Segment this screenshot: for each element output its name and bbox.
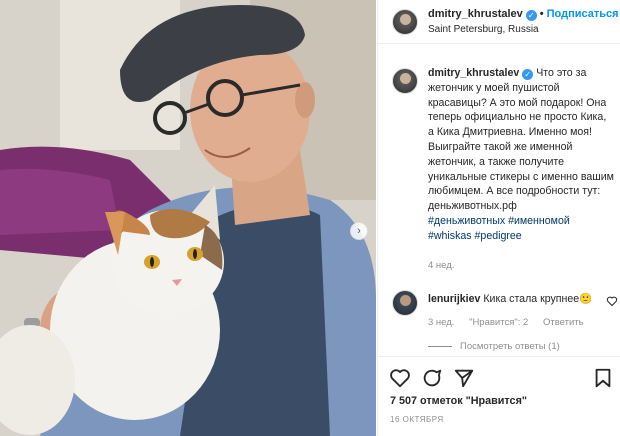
caption-time: 4 нед. (428, 260, 455, 271)
post-sidebar: dmitry_khrustalev ✓ • Подписаться Saint Pet… (377, 0, 620, 436)
post-photo[interactable]: › (0, 0, 376, 436)
heart-icon[interactable] (389, 367, 411, 389)
header-user-line: dmitry_khrustalev ✓ • Подписаться (428, 8, 619, 21)
avatar[interactable] (392, 9, 418, 35)
caption-username[interactable]: dmitry_khrustalev (428, 67, 519, 79)
comment-avatar[interactable] (392, 290, 418, 316)
likes-count[interactable]: 7 507 отметок "Нравится" (390, 395, 527, 407)
divider (428, 345, 452, 347)
chevron-right-icon[interactable]: › (350, 222, 368, 240)
hashtag-link[interactable]: #именномой (508, 215, 570, 227)
verified-icon: ✓ (525, 10, 537, 21)
share-icon[interactable] (453, 367, 475, 389)
photo-illustration (0, 0, 376, 436)
hashtag-link[interactable]: #whiskas (428, 230, 472, 242)
hashtag-link[interactable]: #деньживотных (428, 215, 505, 227)
comment: lenurijkiev Кика стала крупнее🙂 (428, 292, 592, 305)
comment-likes[interactable]: "Нравится": 2 (469, 317, 528, 328)
comment-username[interactable]: lenurijkiev (428, 293, 480, 305)
comment-time: 3 нед. (428, 317, 455, 328)
heart-icon[interactable] (606, 295, 618, 307)
post-date: 16 октября (390, 415, 444, 424)
post-header: dmitry_khrustalev ✓ • Подписаться Saint Pet… (378, 0, 620, 44)
header-username[interactable]: dmitry_khrustalev (428, 8, 523, 20)
view-replies-button[interactable]: Посмотреть ответы (1) (428, 341, 560, 352)
post-caption: dmitry_khrustalev ✓ Что это за жетончик у… (428, 66, 614, 244)
caption-text-2: Выиграйте такой же именной жетончик, а т… (428, 140, 614, 213)
comment-icon[interactable] (421, 367, 443, 389)
reply-button[interactable]: Ответить (543, 317, 584, 328)
separator-dot: • (539, 8, 544, 20)
comment-meta: 3 нед. "Нравится": 2 Ответить (428, 317, 596, 328)
caption-avatar[interactable] (392, 68, 418, 94)
location-link[interactable]: Saint Petersburg, Russia (428, 24, 539, 35)
follow-button[interactable]: Подписаться (547, 8, 619, 20)
verified-icon: ✓ (522, 69, 534, 80)
view-replies-label: Посмотреть ответы (1) (460, 341, 560, 352)
post-actions: 7 507 отметок "Нравится" 16 октября (378, 356, 620, 436)
hashtag-link[interactable]: #pedigree (475, 230, 522, 242)
comment-text: Кика стала крупнее🙂 (483, 293, 593, 305)
bookmark-icon[interactable] (592, 367, 614, 389)
